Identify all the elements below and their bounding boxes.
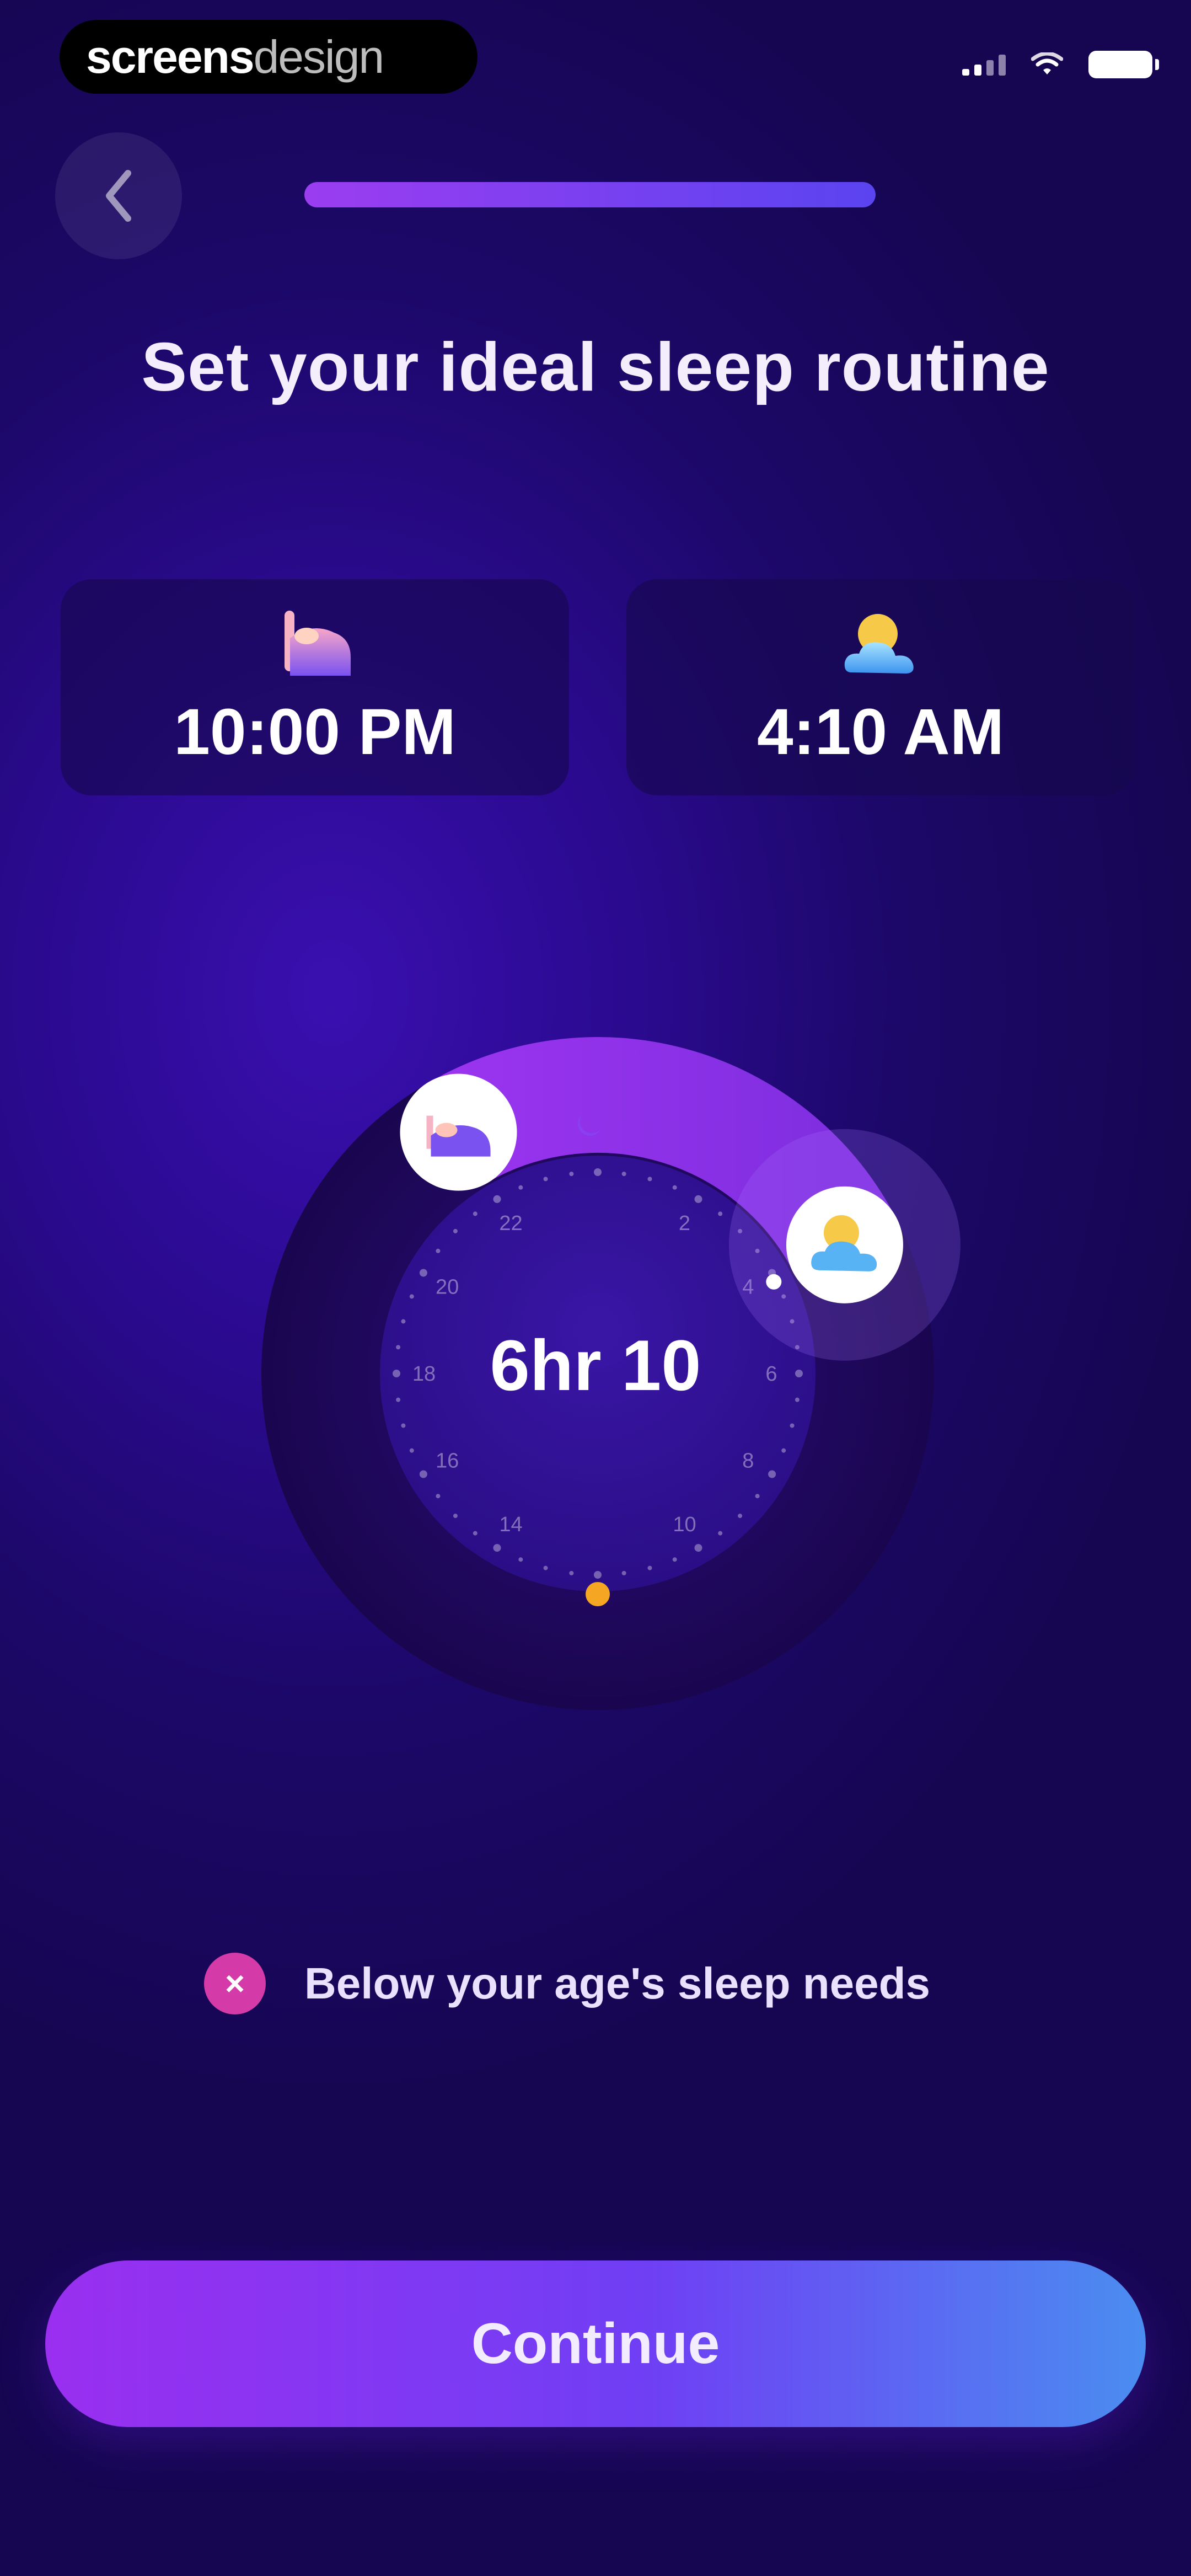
sun-cloud-icon <box>844 614 914 674</box>
dial-tick <box>594 1571 602 1579</box>
dial-tick <box>409 1448 414 1453</box>
dial-tick <box>473 1531 478 1536</box>
bed-icon <box>285 611 351 676</box>
status-icons <box>962 51 1159 78</box>
sleep-routine-screen: screens design Set your ideal sleep routi… <box>0 0 1191 2576</box>
brand-text-screens: screens <box>86 30 255 83</box>
wake-time-card[interactable]: 4:10 AM <box>626 579 1135 795</box>
dial-tick <box>543 1565 548 1570</box>
dial-tick <box>621 1172 626 1177</box>
dial-hour-label: 16 <box>436 1450 459 1473</box>
dial-hour-label: 8 <box>742 1450 754 1473</box>
dial-hour-label: 10 <box>673 1513 696 1536</box>
dial-tick <box>694 1544 702 1552</box>
dial-tick <box>672 1557 677 1562</box>
dial-tick <box>768 1470 776 1478</box>
dial-tick <box>453 1514 458 1519</box>
sleep-warning: × Below your age's sleep needs <box>204 1953 930 2014</box>
dial-hour-label: 14 <box>499 1513 522 1536</box>
dial-tick <box>790 1423 795 1428</box>
dial-tick <box>453 1228 458 1233</box>
bedtime-value: 10:00 PM <box>174 696 456 768</box>
dial-hour-label: 22 <box>499 1212 522 1235</box>
onboarding-progress-bar <box>304 182 876 207</box>
dial-hour-label: 2 <box>679 1212 690 1235</box>
wake-handle-icon <box>786 1186 903 1303</box>
dial-tick <box>672 1185 677 1190</box>
back-button[interactable] <box>55 132 182 259</box>
dial-tick <box>621 1570 626 1575</box>
dial-tick <box>419 1470 427 1478</box>
brand-badge: screens design <box>60 20 478 94</box>
dial-tick <box>436 1248 441 1253</box>
dial-tick <box>781 1448 786 1453</box>
wake-time-value: 4:10 AM <box>757 696 1005 768</box>
close-icon: × <box>204 1953 266 2014</box>
dial-tick <box>718 1211 723 1216</box>
dial-tick <box>647 1565 652 1570</box>
dial-tick <box>569 1172 574 1177</box>
dial-tick <box>518 1185 523 1190</box>
dial-tick <box>419 1269 427 1277</box>
signal-icon <box>962 54 1006 76</box>
dial-tick <box>543 1177 548 1182</box>
chevron-left-icon <box>106 170 131 222</box>
noon-marker <box>586 1582 610 1606</box>
page-title: Set your ideal sleep routine <box>141 329 1050 405</box>
wifi-icon <box>1031 52 1063 74</box>
progress-fill <box>304 182 876 207</box>
bedtime-card[interactable]: 10:00 PM <box>61 579 569 795</box>
dial-tick <box>594 1168 602 1176</box>
battery-icon <box>1088 51 1159 78</box>
sleep-duration: 6hr 10 <box>490 1325 701 1405</box>
dial-tick <box>694 1195 702 1203</box>
dial-tick <box>401 1319 406 1324</box>
continue-button[interactable]: Continue <box>45 2260 1146 2427</box>
dial-tick <box>409 1294 414 1299</box>
dial-tick <box>738 1514 743 1519</box>
dial-tick <box>718 1531 723 1536</box>
dial-tick <box>569 1570 574 1575</box>
dial-tick <box>401 1423 406 1428</box>
bedtime-handle-icon <box>400 1073 517 1191</box>
dial-tick <box>436 1494 441 1499</box>
dial-tick <box>755 1494 760 1499</box>
dial-tick <box>493 1195 501 1203</box>
dial-tick <box>473 1211 478 1216</box>
sleep-warning-text: Below your age's sleep needs <box>304 1959 930 2008</box>
dial-tick <box>518 1557 523 1562</box>
dial-tick <box>647 1177 652 1182</box>
wake-handle-dot <box>766 1274 782 1290</box>
dial-hour-label: 20 <box>436 1276 459 1299</box>
brand-text-design: design <box>253 30 385 83</box>
dial-tick <box>493 1544 501 1552</box>
